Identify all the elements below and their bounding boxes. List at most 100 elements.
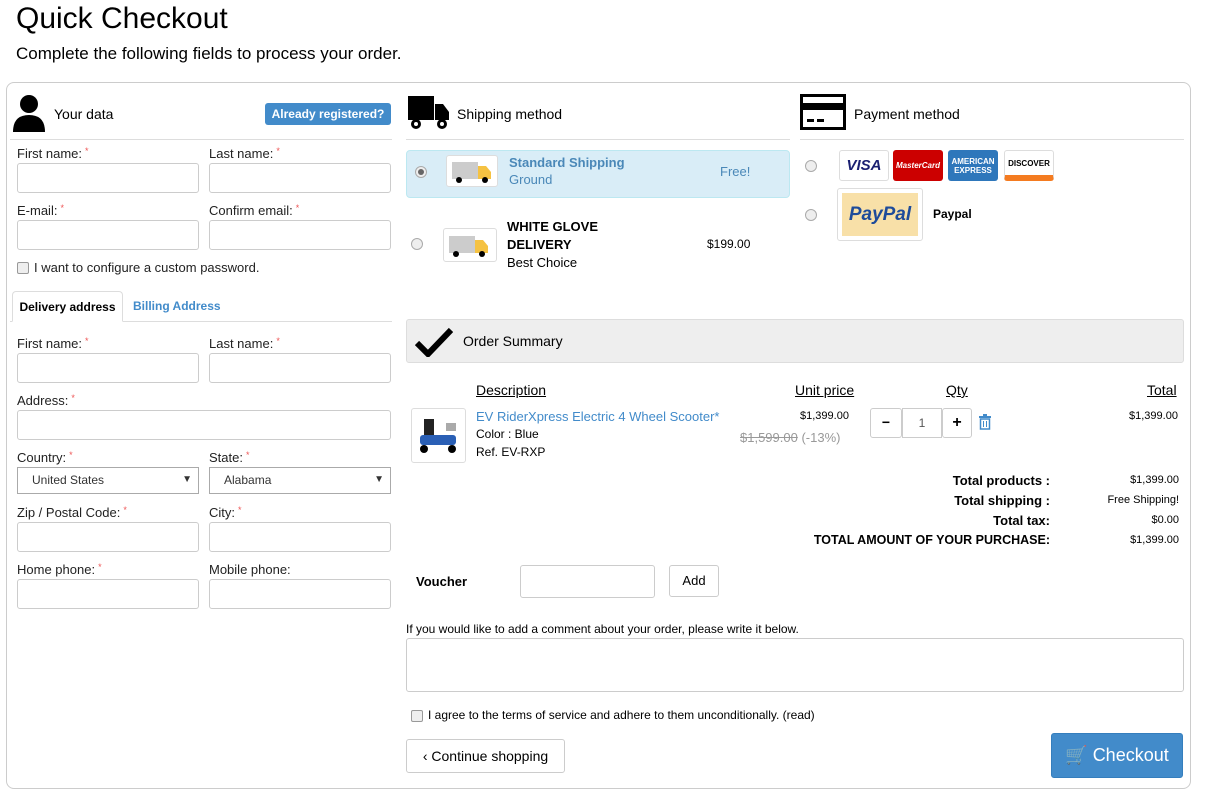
total-value: $1,399.00 xyxy=(1130,474,1179,486)
column-description: Description xyxy=(476,382,547,398)
column-unit-price: Unit price xyxy=(795,382,855,398)
your-data-title: Your data xyxy=(54,106,114,122)
product-image[interactable] xyxy=(411,408,466,463)
state-label: State: * xyxy=(209,450,250,465)
first-name-input[interactable] xyxy=(17,163,199,193)
shipping-radio-white-glove[interactable] xyxy=(411,238,423,250)
shipping-desc: Ground xyxy=(509,172,553,187)
shipping-radio-standard[interactable] xyxy=(415,166,427,178)
payment-radio-paypal[interactable] xyxy=(805,209,817,221)
confirm-email-label: Confirm email: * xyxy=(209,203,300,218)
total-value: $1,399.00 xyxy=(1130,534,1179,546)
page-title: Quick Checkout xyxy=(16,2,228,35)
payment-header: Payment method xyxy=(800,84,1184,140)
shipping-name: WHITE GLOVE DELIVERY xyxy=(507,219,598,252)
first-name-label: First name: * xyxy=(17,146,89,161)
qty-input[interactable]: 1 xyxy=(902,408,942,438)
trash-icon[interactable] xyxy=(978,414,992,430)
unit-price: $1,399.00 xyxy=(800,410,849,422)
total-value: $0.00 xyxy=(1151,514,1179,526)
country-select[interactable]: United States ▼ xyxy=(17,467,199,494)
shipping-option-standard[interactable]: Standard Shipping Ground Free! xyxy=(406,150,790,198)
tab-billing-address[interactable]: Billing Address xyxy=(133,291,221,322)
checkout-button[interactable]: 🛒 Checkout xyxy=(1051,733,1183,778)
truck-icon xyxy=(446,155,498,187)
payment-radio-cards[interactable] xyxy=(805,160,817,172)
mobile-phone-label: Mobile phone: xyxy=(209,562,291,577)
voucher-input[interactable] xyxy=(520,565,655,598)
custom-password-checkbox[interactable] xyxy=(17,262,29,274)
discover-logo: DISCOVER xyxy=(1004,150,1054,181)
confirm-email-input[interactable] xyxy=(209,220,391,250)
column-total: Total xyxy=(1147,382,1177,398)
visa-logo: VISA xyxy=(839,150,889,181)
tab-delivery-address[interactable]: Delivery address xyxy=(12,291,123,322)
address-label: Address: * xyxy=(17,393,75,408)
truck-icon xyxy=(443,228,497,262)
shipping-desc: Best Choice xyxy=(507,255,578,270)
total-label: Total products : xyxy=(952,473,1050,488)
terms-checkbox[interactable] xyxy=(411,710,423,722)
line-total: $1,399.00 xyxy=(1129,410,1178,422)
continue-shopping-button[interactable]: ‹ Continue shopping xyxy=(406,739,565,773)
custom-password-label: I want to configure a custom password. xyxy=(34,260,260,275)
amex-logo: AMERICAN EXPRESS xyxy=(948,150,998,181)
zip-label: Zip / Postal Code: * xyxy=(17,505,127,520)
shipping-price: Free! xyxy=(720,164,751,179)
delivery-last-name-label: Last name: * xyxy=(209,336,280,351)
shipping-price: $199.00 xyxy=(707,237,751,251)
product-color: Color : Blue xyxy=(476,427,539,441)
user-icon xyxy=(13,95,45,132)
mobile-phone-input[interactable] xyxy=(209,579,391,609)
comment-textarea[interactable] xyxy=(406,638,1184,692)
state-select[interactable]: Alabama ▼ xyxy=(209,467,391,494)
column-qty: Qty xyxy=(946,382,968,398)
qty-increase-button[interactable]: + xyxy=(942,408,972,438)
total-label: TOTAL AMOUNT OF YOUR PURCHASE: xyxy=(813,533,1050,547)
comment-label: If you would like to add a comment about… xyxy=(406,622,799,636)
city-label: City: * xyxy=(209,505,242,520)
zip-input[interactable] xyxy=(17,522,199,552)
discount: (-13%) xyxy=(801,430,841,445)
shipping-title: Shipping method xyxy=(457,106,563,122)
total-label: Total tax: xyxy=(993,513,1050,528)
shipping-option-white-glove[interactable]: WHITE GLOVE DELIVERY Best Choice $199.00 xyxy=(406,214,790,274)
credit-card-icon xyxy=(800,94,846,130)
last-name-input[interactable] xyxy=(209,163,391,193)
chevron-left-icon: ‹ xyxy=(422,748,428,764)
already-registered-button[interactable]: Already registered? xyxy=(265,103,391,125)
page-subtitle: Complete the following fields to process… xyxy=(16,44,402,63)
terms-read-link[interactable]: (read) xyxy=(783,708,815,722)
voucher-add-button[interactable]: Add xyxy=(669,565,719,597)
chevron-down-icon: ▼ xyxy=(182,474,192,485)
shipping-name: Standard Shipping xyxy=(509,155,625,170)
payment-title: Payment method xyxy=(854,106,960,122)
your-data-header: Your data Already registered? xyxy=(10,84,392,140)
checkmark-icon xyxy=(415,327,453,357)
home-phone-label: Home phone: * xyxy=(17,562,102,577)
email-label: E-mail: * xyxy=(17,203,64,218)
qty-decrease-button[interactable]: − xyxy=(870,408,902,438)
product-name-link[interactable]: EV RiderXpress Electric 4 Wheel Scooter* xyxy=(476,409,719,424)
shipping-header: Shipping method xyxy=(406,84,790,140)
last-name-label: Last name: * xyxy=(209,146,280,161)
product-ref: Ref. EV-RXP xyxy=(476,445,546,459)
old-price: $1,599.00 xyxy=(740,430,798,445)
total-value: Free Shipping! xyxy=(1107,494,1179,506)
delivery-first-name-input[interactable] xyxy=(17,353,199,383)
cart-icon: 🛒 xyxy=(1065,745,1088,765)
order-summary-header: Order Summary xyxy=(406,319,1184,363)
total-label: Total shipping : xyxy=(954,493,1050,508)
delivery-last-name-input[interactable] xyxy=(209,353,391,383)
home-phone-input[interactable] xyxy=(17,579,199,609)
chevron-down-icon: ▼ xyxy=(374,474,384,485)
order-summary-title: Order Summary xyxy=(463,333,563,349)
voucher-label: Voucher xyxy=(416,574,468,589)
email-input[interactable] xyxy=(17,220,199,250)
paypal-logo: PayPal xyxy=(837,188,923,241)
address-input[interactable] xyxy=(17,410,391,440)
terms-label: I agree to the terms of service and adhe… xyxy=(428,708,780,722)
city-input[interactable] xyxy=(209,522,391,552)
paypal-label: Paypal xyxy=(933,207,972,221)
mastercard-logo: MasterCard xyxy=(893,150,943,181)
